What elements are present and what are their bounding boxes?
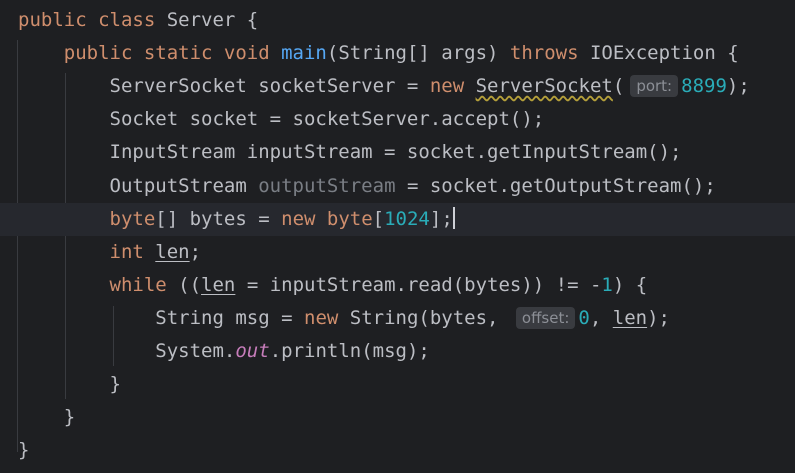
- number-literal-token: 1024: [384, 207, 430, 230]
- keyword-token: new: [281, 207, 327, 230]
- code-token: (: [612, 75, 625, 98]
- parameter-hint: offset:: [515, 306, 576, 329]
- number-literal-token: 1: [601, 273, 613, 296]
- reassigned-variable-token: len: [155, 240, 190, 263]
- keyword-token: byte: [109, 207, 156, 230]
- static-field-token: out: [235, 340, 270, 362]
- code-token: ,: [589, 306, 613, 329]
- number-literal-token: 0: [578, 306, 590, 329]
- reassigned-variable-token: len: [201, 273, 236, 296]
- code-token: .println(msg);: [269, 340, 430, 362]
- warning-token: ServerSocket: [475, 75, 613, 98]
- code-token: ServerSocket socketServer =: [109, 75, 430, 98]
- code-token: InputStream inputStream = socket.getInpu…: [109, 141, 682, 164]
- code-line[interactable]: while ((len = inputStream.read(bytes)) !…: [0, 269, 795, 302]
- reassigned-variable-token: len: [612, 306, 648, 329]
- code-token: IOException {: [589, 42, 739, 65]
- code-token: ;: [189, 240, 202, 263]
- code-token: (String[] args): [326, 42, 510, 65]
- code-token: = inputStream.read(bytes)) != -: [235, 273, 602, 296]
- code-token: ((: [178, 273, 202, 296]
- code-line[interactable]: int len;: [0, 236, 795, 269]
- code-line[interactable]: }: [0, 434, 795, 467]
- keyword-token: public static void: [63, 42, 282, 65]
- code-token: ];: [429, 207, 453, 230]
- code-token: Socket socket = socketServer.accept();: [109, 108, 545, 131]
- code-line[interactable]: }: [0, 401, 795, 434]
- code-token: OutputStream: [109, 174, 259, 197]
- keyword-token: while: [109, 273, 179, 296]
- text-caret: [452, 206, 455, 229]
- code-token: }: [109, 373, 121, 396]
- method-name-token: main: [281, 42, 327, 65]
- code-line[interactable]: public static void main(String[] args) t…: [0, 37, 795, 70]
- code-token: = socket.getOutputStream();: [395, 174, 716, 197]
- number-literal-token: 8899: [681, 75, 727, 98]
- keyword-token: public class: [18, 9, 167, 31]
- code-line[interactable]: InputStream inputStream = socket.getInpu…: [0, 136, 795, 169]
- code-token: String msg =: [155, 306, 304, 329]
- code-token: ) {: [612, 273, 648, 296]
- keyword-token: throws: [509, 42, 590, 65]
- code-line[interactable]: System.out.println(msg);: [0, 335, 795, 368]
- parameter-hint: port:: [630, 75, 679, 98]
- code-token: String(bytes,: [349, 306, 510, 329]
- code-line[interactable]: OutputStream outputStream = socket.getOu…: [0, 170, 795, 203]
- code-line[interactable]: Socket socket = socketServer.accept();: [0, 103, 795, 136]
- keyword-token: byte: [326, 207, 373, 230]
- code-token: }: [18, 439, 30, 462]
- code-token: System.: [155, 340, 236, 362]
- code-token: Server {: [166, 9, 259, 31]
- keyword-token: new: [429, 75, 476, 98]
- code-token: }: [63, 406, 76, 429]
- code-line[interactable]: }: [0, 368, 795, 401]
- code-token: [: [372, 207, 385, 230]
- unused-variable-token: outputStream: [258, 174, 396, 197]
- code-editor[interactable]: public class Server { public static void…: [0, 0, 795, 473]
- code-token: );: [647, 306, 670, 329]
- code-line[interactable]: String msg = new String(bytes, offset: 0,…: [0, 302, 795, 335]
- code-line[interactable]: ServerSocket socketServer = new ServerSo…: [0, 70, 795, 103]
- keyword-token: int: [109, 240, 156, 263]
- code-token: );: [726, 75, 750, 98]
- code-line[interactable]: public class Server {: [0, 4, 795, 37]
- code-line-current[interactable]: byte[] bytes = new byte[1024];: [0, 202, 795, 236]
- code-token: [] bytes =: [155, 207, 282, 230]
- keyword-token: new: [304, 306, 350, 329]
